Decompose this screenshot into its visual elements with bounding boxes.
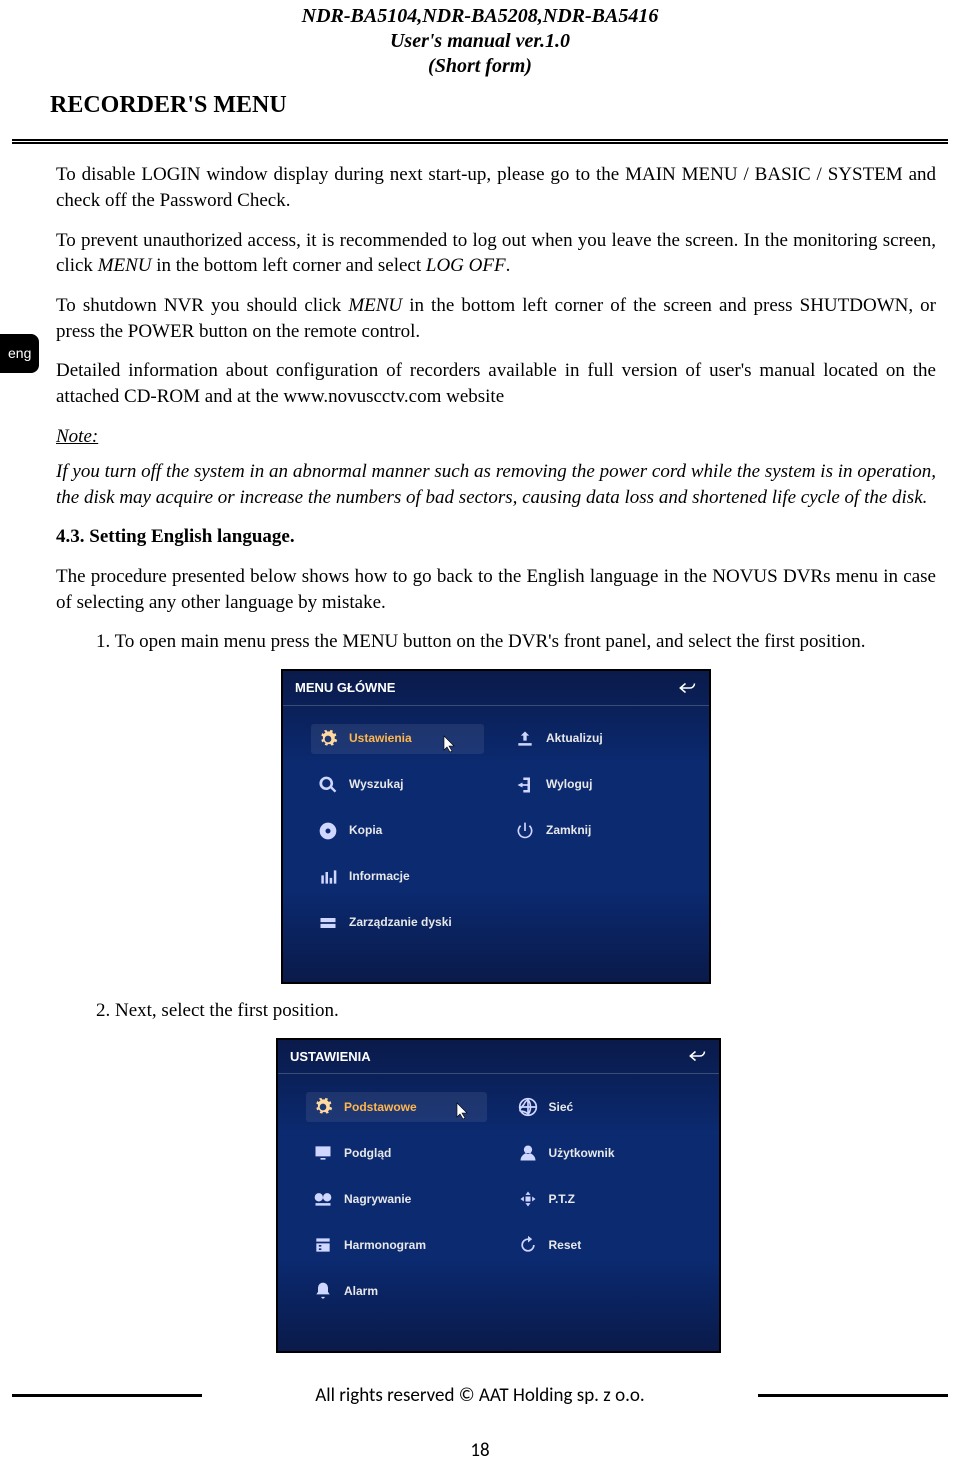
paragraph: To shutdown NVR you should click MENU in… [56, 293, 936, 344]
gear-icon [312, 1096, 334, 1118]
screenshot-main-menu: MENU GŁÓWNE Ustawienia Aktualizuj Wyszuk… [281, 669, 711, 984]
back-icon[interactable] [687, 1048, 707, 1064]
logout-icon [514, 774, 536, 796]
footer: All rights reserved © AAT Holding sp. z … [12, 1383, 948, 1409]
menu-item-siec[interactable]: Sieć [511, 1092, 692, 1122]
menu-item-ptz[interactable]: P.T.Z [511, 1184, 692, 1214]
section-title: RECORDER'S MENU [50, 89, 960, 121]
menu-item-label: Zamknij [546, 822, 591, 838]
header-manual: User's manual ver.1.0 [0, 29, 960, 54]
menu-item-reset[interactable]: Reset [511, 1230, 692, 1260]
menu-item-kopia[interactable]: Kopia [311, 816, 484, 846]
info-icon [317, 866, 339, 888]
menu-item-label: Sieć [549, 1099, 574, 1115]
header-models: NDR-BA5104,NDR-BA5208,NDR-BA5416 [0, 4, 960, 29]
hdd-icon [317, 912, 339, 934]
divider-rule [12, 139, 948, 144]
user-icon [517, 1142, 539, 1164]
menu-item-label: Ustawienia [349, 730, 412, 746]
content-body: To disable LOGIN window display during n… [56, 162, 936, 1352]
menu-item-label: Reset [549, 1237, 582, 1253]
menu-item-label: Kopia [349, 822, 382, 838]
menu-title: MENU GŁÓWNE [295, 679, 395, 697]
screenshot-settings-menu: USTAWIENIA Podstawowe Sieć Podgląd Użytk… [276, 1038, 721, 1353]
disc-icon [317, 820, 339, 842]
cursor-icon [443, 735, 457, 753]
menu-item-aktualizuj[interactable]: Aktualizuj [508, 724, 681, 754]
menu-item-wyloguj[interactable]: Wyloguj [508, 770, 681, 800]
reset-icon [517, 1234, 539, 1256]
language-tab: eng [0, 334, 39, 373]
globe-icon [517, 1096, 539, 1118]
menu-item-label: P.T.Z [549, 1191, 575, 1207]
step-2: 2. Next, select the first position. [96, 998, 936, 1024]
update-icon [514, 728, 536, 750]
search-icon [317, 774, 339, 796]
back-icon[interactable] [677, 680, 697, 696]
menu-item-ustawienia[interactable]: Ustawienia [311, 724, 484, 754]
gear-icon [317, 728, 339, 750]
cursor-icon [456, 1102, 470, 1120]
footer-rule-right [758, 1394, 948, 1397]
menu-title: USTAWIENIA [290, 1048, 371, 1066]
menu-title-bar: MENU GŁÓWNE [283, 671, 709, 706]
menu-item-label: Aktualizuj [546, 730, 603, 746]
menu-item-label: Alarm [344, 1283, 378, 1299]
note-body: If you turn off the system in an abnorma… [56, 459, 936, 510]
header-form: (Short form) [0, 54, 960, 79]
bell-icon [312, 1280, 334, 1302]
paragraph: To prevent unauthorized access, it is re… [56, 228, 936, 279]
menu-item-informacje[interactable]: Informacje [311, 862, 484, 892]
menu-item-nagrywanie[interactable]: Nagrywanie [306, 1184, 487, 1214]
paragraph: The procedure presented below shows how … [56, 564, 936, 615]
menu-item-label: Wyloguj [546, 776, 592, 792]
menu-grid: Podstawowe Sieć Podgląd Użytkownik Nagry… [278, 1074, 719, 1324]
menu-item-label: Wyszukaj [349, 776, 403, 792]
menu-title-bar: USTAWIENIA [278, 1040, 719, 1075]
step-1: 1. To open main menu press the MENU butt… [96, 629, 936, 655]
ptz-icon [517, 1188, 539, 1210]
menu-item-label: Zarządzanie dyski [349, 914, 452, 930]
footer-rule-left [12, 1394, 202, 1397]
record-icon [312, 1188, 334, 1210]
note-label: Note: [56, 424, 936, 450]
menu-item-uzytkownik[interactable]: Użytkownik [511, 1138, 692, 1168]
menu-grid: Ustawienia Aktualizuj Wyszukaj Wyloguj K… [283, 706, 709, 956]
menu-item-label: Użytkownik [549, 1145, 615, 1161]
menu-item-label: Podgląd [344, 1145, 391, 1161]
menu-item-podglad[interactable]: Podgląd [306, 1138, 487, 1168]
page-number: 18 [0, 1438, 960, 1464]
paragraph: To disable LOGIN window display during n… [56, 162, 936, 213]
menu-item-label: Informacje [349, 868, 410, 884]
menu-item-wyszukaj[interactable]: Wyszukaj [311, 770, 484, 800]
menu-item-zamknij[interactable]: Zamknij [508, 816, 681, 846]
calendar-icon [312, 1234, 334, 1256]
menu-item-harmonogram[interactable]: Harmonogram [306, 1230, 487, 1260]
subsection-heading: 4.3. Setting English language. [56, 524, 936, 550]
menu-item-alarm[interactable]: Alarm [306, 1276, 487, 1306]
power-icon [514, 820, 536, 842]
footer-text: All rights reserved © AAT Holding sp. z … [220, 1383, 740, 1409]
menu-item-label: Nagrywanie [344, 1191, 411, 1207]
menu-item-label: Harmonogram [344, 1237, 426, 1253]
menu-item-dyski[interactable]: Zarządzanie dyski [311, 908, 681, 938]
menu-item-label: Podstawowe [344, 1099, 417, 1115]
paragraph: Detailed information about configuration… [56, 358, 936, 409]
doc-header: NDR-BA5104,NDR-BA5208,NDR-BA5416 User's … [0, 4, 960, 79]
monitor-icon [312, 1142, 334, 1164]
